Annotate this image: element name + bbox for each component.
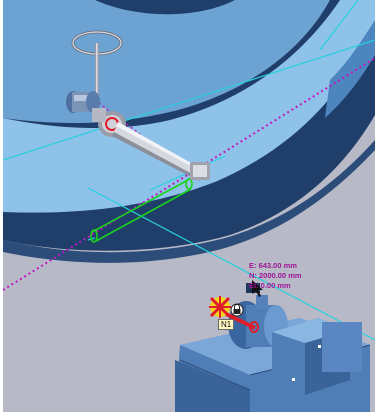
3d-viewport[interactable]: E: 643.00 mm N: 2000.00 mm El: 0.00 mm N… xyxy=(3,0,375,412)
coord-el: El: 0.00 mm xyxy=(249,281,291,290)
coord-e: E: 643.00 mm xyxy=(249,261,297,270)
lock-icon[interactable] xyxy=(230,303,244,317)
node-label[interactable]: N1 xyxy=(218,319,235,330)
coord-n: N: 2000.00 mm xyxy=(249,271,302,280)
snap-point-icon[interactable] xyxy=(209,296,231,318)
3d-scene[interactable] xyxy=(3,0,375,412)
coordinate-readout: E: 643.00 mm N: 2000.00 mm El: 0.00 mm xyxy=(249,261,302,291)
